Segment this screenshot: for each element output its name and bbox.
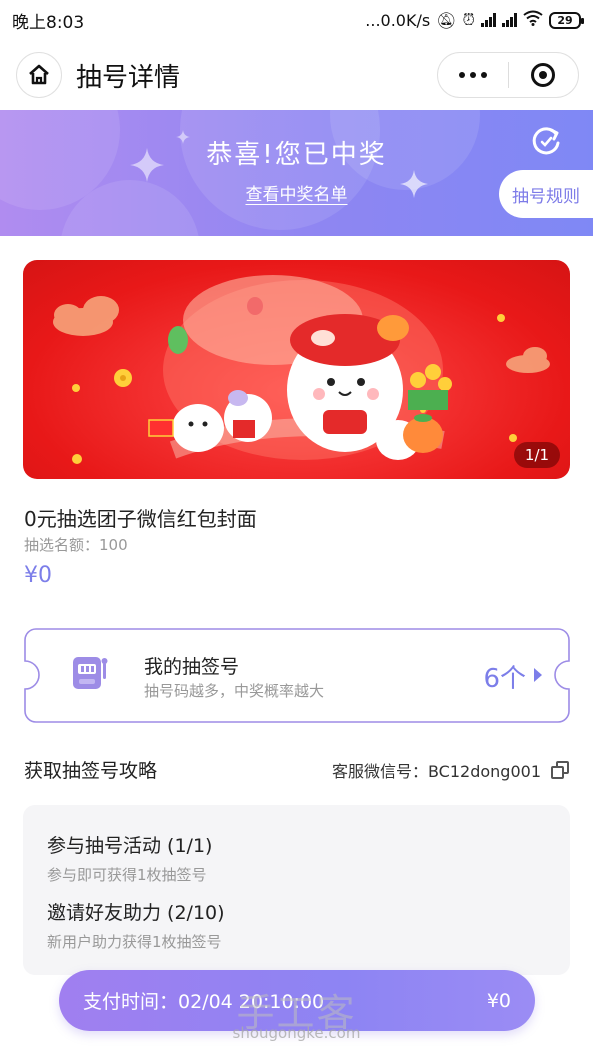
signal-icon <box>481 13 496 27</box>
target-icon <box>531 63 556 87</box>
refresh-icon[interactable] <box>529 124 563 158</box>
image-counter: 1/1 <box>514 442 560 468</box>
status-time: 晚上8:03 <box>12 12 85 33</box>
signal-icon-2 <box>502 13 517 27</box>
page-title: 抽号详情 <box>76 62 181 93</box>
task-title: 参与抽号活动 (1/1) <box>47 835 213 857</box>
home-button[interactable] <box>16 52 62 98</box>
product-image[interactable]: 1/1 <box>23 260 570 479</box>
new-year-illustration <box>53 275 550 464</box>
product-price: ¥0 <box>24 563 52 588</box>
home-icon <box>29 64 49 85</box>
product-title: 0元抽选团子微信红包封面 <box>24 507 257 531</box>
result-banner: 恭喜!您已中奖 查看中奖名单 抽号规则 <box>0 110 593 236</box>
ticket-count: 6个 <box>483 664 526 694</box>
product-quota: 抽选名额：100 <box>24 536 128 554</box>
ticket-subtitle: 抽号码越多，中奖概率越大 <box>144 682 325 700</box>
watermark-url: shougongke.com <box>232 1024 361 1042</box>
task-desc: 参与即可获得1枚抽签号 <box>47 866 207 884</box>
rules-button[interactable]: 抽号规则 <box>499 170 593 218</box>
task-title: 邀请好友助力 (2/10) <box>47 902 225 924</box>
service-wechat-id: 客服微信号：BC12dong001 <box>331 762 541 781</box>
service-wechat: 客服微信号：BC12dong001 <box>332 758 569 782</box>
close-button[interactable] <box>509 63 579 87</box>
status-bar: 晚上8:03 ...0.0K/s 🔕︎ ⏰︎ 29 <box>0 0 593 40</box>
mute-icon: 🔕︎ <box>436 10 457 30</box>
task-item[interactable]: 参与抽号活动 (1/1) 参与即可获得1枚抽签号 <box>47 831 212 885</box>
slot-machine-icon <box>73 657 108 689</box>
strategy-title: 获取抽签号攻略 <box>24 760 158 782</box>
chevron-right-icon <box>534 668 542 682</box>
status-icons: ...0.0K/s 🔕︎ ⏰︎ 29 <box>365 10 584 30</box>
wifi-icon <box>523 10 543 30</box>
battery-icon: 29 <box>549 11 584 29</box>
task-item[interactable]: 邀请好友助力 (2/10) 新用户助力获得1枚抽签号 <box>47 898 225 952</box>
task-panel: 参与抽号活动 (1/1) 参与即可获得1枚抽签号 邀请好友助力 (2/10) 新… <box>23 805 570 975</box>
alarm-icon: ⏰︎ <box>462 10 475 29</box>
miniprogram-capsule <box>437 52 579 98</box>
task-desc: 新用户助力获得1枚抽签号 <box>47 933 222 951</box>
network-speed: ...0.0K/s <box>365 10 431 30</box>
nav-bar: 抽号详情 <box>0 40 593 110</box>
more-button[interactable] <box>438 72 508 78</box>
my-lottery-number-card[interactable]: 我的抽签号 抽号码越多，中奖概率越大 6个 <box>24 628 570 723</box>
ticket-title: 我的抽签号 <box>144 656 240 678</box>
win-title: 恭喜!您已中奖 <box>206 140 387 170</box>
copy-icon[interactable] <box>551 761 569 779</box>
